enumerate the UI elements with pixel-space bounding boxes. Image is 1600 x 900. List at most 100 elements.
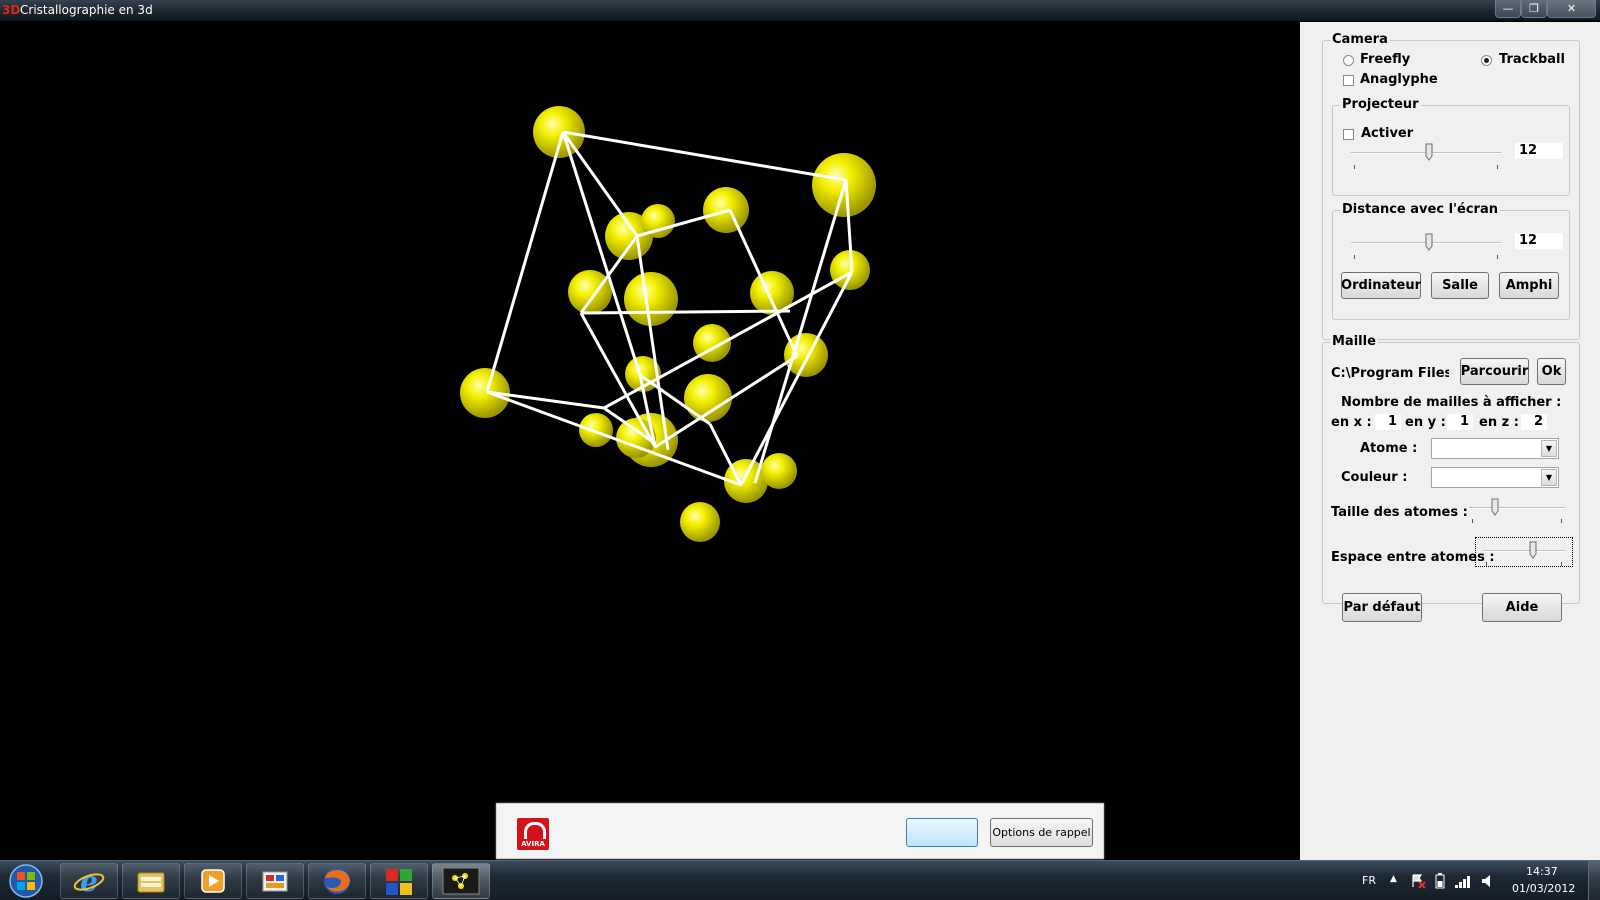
taskbar-ie[interactable]: e (60, 863, 118, 899)
colorful-app-icon (386, 869, 412, 895)
en-z-value[interactable]: 2 (1521, 414, 1547, 430)
taskbar-firefox[interactable] (308, 863, 366, 899)
action-center-icon[interactable] (1410, 873, 1426, 889)
close-icon: ✕ (1566, 2, 1577, 15)
projecteur-value[interactable]: 12 (1515, 143, 1563, 159)
trackball-label: Trackball (1499, 52, 1565, 67)
freefly-label: Freefly (1360, 52, 1411, 67)
svg-text:e: e (80, 866, 98, 896)
maille-legend: Maille (1330, 334, 1378, 349)
folder-icon (137, 872, 165, 893)
language-indicator[interactable]: FR (1362, 874, 1376, 887)
chevron-down-icon[interactable]: ▼ (1541, 440, 1557, 457)
projecteur-slider-thumb[interactable] (1425, 143, 1433, 161)
ordinateur-button[interactable]: Ordinateur (1341, 272, 1421, 299)
en-x-label: en x : (1331, 415, 1372, 430)
crystal-scene[interactable] (0, 22, 1300, 860)
window-title: Cristallographie en 3d (20, 3, 153, 17)
taskbar-media-player[interactable] (184, 863, 242, 899)
espace-label: Espace entre atomes : (1331, 550, 1495, 565)
close-button[interactable]: ✕ (1547, 0, 1596, 18)
amphi-button[interactable]: Amphi (1499, 272, 1559, 299)
clock-date[interactable]: 01/03/2012 (1512, 882, 1575, 895)
bond-line (562, 130, 847, 182)
slider-tick (1497, 165, 1498, 169)
anaglyphe-label: Anaglyphe (1360, 72, 1438, 87)
slider-tick (1354, 165, 1355, 169)
start-button[interactable] (4, 863, 48, 899)
chevron-up-icon[interactable]: ▲ (1390, 874, 1397, 884)
battery-icon[interactable] (1434, 872, 1446, 890)
taille-label: Taille des atomes : (1331, 505, 1468, 520)
help-button[interactable]: Aide (1482, 593, 1562, 622)
slider-tick (1354, 255, 1355, 259)
atom-sphere (568, 270, 612, 314)
espace-slider-track[interactable] (1483, 550, 1565, 552)
media-player-icon (201, 869, 225, 893)
freefly-radio[interactable] (1343, 55, 1354, 66)
3d-viewport[interactable] (0, 22, 1300, 860)
cristallographie-icon (442, 867, 480, 895)
windows-logo-icon (9, 864, 43, 898)
tools-icon (262, 871, 288, 892)
camera-legend: Camera (1330, 32, 1390, 47)
slider-tick (1497, 255, 1498, 259)
slider-tick (1561, 562, 1562, 566)
parcourir-button[interactable]: Parcourir (1460, 358, 1529, 385)
slider-tick (1472, 519, 1473, 523)
maille-group: Maille C:\Program Files (x Parcourir Ok … (1322, 334, 1580, 604)
couleur-label: Couleur : (1341, 470, 1408, 485)
firefox-icon (324, 868, 350, 894)
restore-icon: ❐ (1529, 2, 1539, 15)
reminder-options-button[interactable]: Options de rappel (990, 818, 1093, 847)
clock-time[interactable]: 14:37 (1526, 865, 1558, 878)
en-y-value[interactable]: 1 (1447, 414, 1473, 430)
atom-sphere (579, 413, 613, 447)
default-button[interactable]: Par défaut (1342, 593, 1422, 622)
volume-icon[interactable] (1480, 873, 1496, 889)
trackball-radio[interactable] (1481, 55, 1492, 66)
taskbar-app-4[interactable] (246, 863, 304, 899)
maximize-button[interactable]: ❐ (1521, 0, 1547, 18)
slider-tick (1561, 519, 1562, 523)
network-signal-icon[interactable] (1454, 873, 1472, 889)
title-bar: 3D Cristallographie en 3d — ❐ ✕ (0, 0, 1600, 21)
bond-line (580, 309, 791, 315)
show-desktop-button[interactable] (1588, 861, 1600, 900)
taskbar-cristallographie[interactable] (432, 863, 490, 899)
avira-logo-icon: AVIRA (517, 818, 549, 850)
camera-group: Camera Freefly Trackball Anaglyphe Proje… (1322, 32, 1580, 340)
distance-value[interactable]: 12 (1515, 233, 1563, 249)
maille-path-field[interactable]: C:\Program Files (x (1331, 364, 1449, 384)
salle-button[interactable]: Salle (1431, 272, 1489, 299)
minimize-icon: — (1502, 2, 1514, 15)
activer-checkbox[interactable] (1343, 129, 1354, 140)
ok-button[interactable]: Ok (1537, 358, 1566, 385)
anaglyphe-checkbox[interactable] (1343, 75, 1354, 86)
atome-label: Atome : (1360, 441, 1418, 456)
atom-sphere (624, 272, 678, 326)
internet-explorer-icon: e (73, 866, 105, 896)
distance-slider-thumb[interactable] (1425, 233, 1433, 251)
taskbar: e FR ▲ 14:37 01/03/2012 (0, 860, 1600, 900)
avira-primary-button[interactable] (906, 818, 978, 847)
taskbar-app-6[interactable] (370, 863, 428, 899)
atome-select[interactable]: ▼ (1431, 438, 1559, 459)
app-icon: 3D (2, 3, 21, 17)
couleur-select[interactable]: ▼ (1431, 467, 1559, 488)
chevron-down-icon[interactable]: ▼ (1541, 469, 1557, 486)
taille-slider-thumb[interactable] (1491, 498, 1499, 516)
distance-group: Distance avec l'écran 12 Ordinateur Sall… (1332, 202, 1570, 320)
taskbar-explorer[interactable] (122, 863, 180, 899)
taille-slider-track[interactable] (1469, 507, 1565, 509)
minimize-button[interactable]: — (1495, 0, 1521, 18)
atoms-group (460, 106, 876, 542)
espace-slider-thumb[interactable] (1529, 541, 1537, 559)
en-x-value[interactable]: 1 (1375, 414, 1401, 430)
distance-legend: Distance avec l'écran (1340, 202, 1500, 217)
bond-line (753, 179, 848, 484)
bond-line (485, 131, 565, 393)
atom-sphere (761, 453, 797, 489)
projecteur-legend: Projecteur (1340, 97, 1421, 112)
espace-slider-focus (1475, 537, 1573, 567)
